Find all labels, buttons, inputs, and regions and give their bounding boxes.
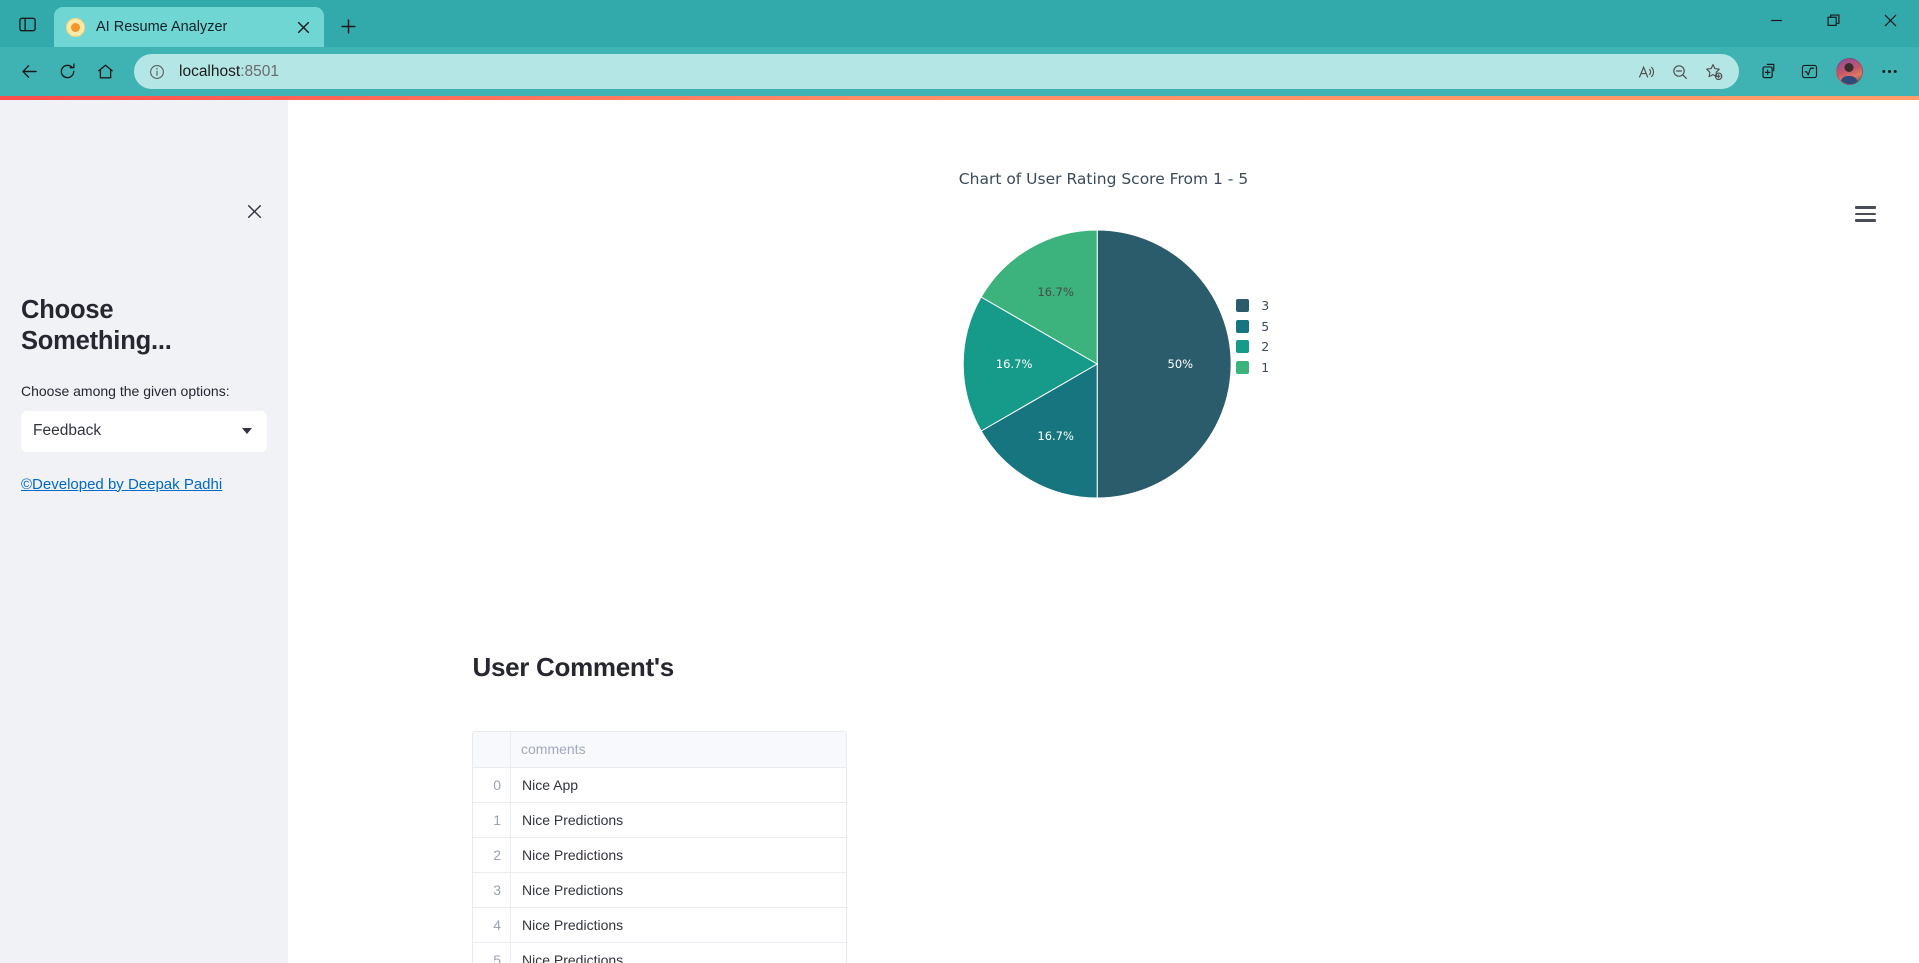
url-host: localhost: [179, 62, 241, 80]
legend-item[interactable]: 2: [1236, 339, 1269, 354]
streamlit-decoration-bar: [0, 96, 1919, 100]
chart-legend: 3 5 2 1: [1236, 298, 1269, 375]
row-comment: Nice Predictions: [522, 951, 624, 963]
legend-swatch: [1236, 319, 1250, 333]
hamburger-bar: [1854, 219, 1876, 222]
row-index: 4: [472, 907, 511, 943]
hamburger-bar: [1854, 206, 1876, 209]
index-column-header: [472, 732, 511, 768]
address-bar[interactable]: localhost:8501: [134, 54, 1739, 89]
hamburger-bar: [1854, 212, 1876, 216]
table-row: 5 Nice Predictions: [472, 942, 846, 963]
table-row: 0 Nice App: [472, 767, 846, 803]
site-info-icon[interactable]: [142, 57, 172, 87]
math-solver-icon[interactable]: [1789, 53, 1829, 91]
address-bar-actions: [1629, 57, 1731, 87]
row-index: 3: [472, 872, 511, 908]
row-comment: Nice Predictions: [510, 872, 846, 908]
comments-dataframe[interactable]: comments 0 Nice App 1 Nice Predictions 2 Nice…: [471, 731, 847, 963]
add-favorite-icon[interactable]: [1697, 57, 1731, 87]
row-comment: Nice Predictions: [510, 907, 846, 943]
minimize-icon[interactable]: [1748, 0, 1805, 40]
window-close-icon[interactable]: [1862, 0, 1919, 40]
app-main: Chart of User Rating Score From 1 - 5 50…: [288, 100, 1919, 963]
new-tab-button[interactable]: [330, 8, 366, 44]
row-index: 5: [472, 942, 511, 963]
window-controls: [1748, 0, 1919, 40]
block-container: Chart of User Rating Score From 1 - 5 50…: [384, 100, 1824, 963]
table-row: 2 Nice Predictions: [472, 837, 846, 873]
tab-close-icon[interactable]: [290, 14, 316, 40]
browser-navbar: localhost:8501: [0, 47, 1919, 96]
avatar: [1835, 58, 1863, 85]
pie-slice-label: 16.7%: [1037, 429, 1074, 443]
browser-tab-ai-resume-analyzer[interactable]: AI Resume Analyzer: [54, 7, 324, 47]
legend-swatch: [1236, 299, 1250, 312]
reload-icon[interactable]: [48, 53, 86, 91]
sidebar-body: Choose Something... Choose among the giv…: [0, 295, 288, 494]
profile-avatar[interactable]: [1829, 53, 1869, 91]
chevron-down-icon[interactable]: [242, 428, 252, 435]
back-arrow-icon[interactable]: [10, 53, 48, 91]
row-index: 0: [472, 767, 511, 803]
table-body: 0 Nice App 1 Nice Predictions 2 Nice Predicti…: [472, 767, 846, 963]
pie-slice-label: 50%: [1167, 357, 1193, 371]
app-sidebar: Choose Something... Choose among the giv…: [0, 100, 288, 963]
read-aloud-icon[interactable]: [1629, 57, 1663, 87]
pie-svg[interactable]: 50% 16.7% 16.7% 16.7%: [961, 228, 1233, 500]
row-comment: Nice App: [510, 767, 846, 803]
sidebar-options-select[interactable]: Feedback: [21, 410, 267, 452]
legend-swatch: [1236, 340, 1250, 353]
legend-swatch: [1236, 360, 1250, 374]
row-index: 2: [472, 837, 511, 873]
table-row: 4 Nice Predictions: [472, 907, 846, 943]
restore-icon[interactable]: [1805, 0, 1862, 40]
legend-item[interactable]: 1: [1236, 360, 1269, 375]
pie-slice-label: 16.7%: [1037, 285, 1074, 299]
legend-item[interactable]: 3: [1236, 298, 1269, 313]
legend-label: 5: [1261, 318, 1270, 334]
home-icon[interactable]: [86, 53, 124, 91]
comments-table: comments 0 Nice App 1 Nice Predictions 2 Nice…: [472, 732, 846, 963]
sidebar-heading: Choose Something...: [21, 296, 172, 355]
table-row: 1 Nice Predictions: [472, 802, 846, 838]
browser-tabstrip: AI Resume Analyzer: [0, 0, 1919, 47]
comments-column-header: comments: [510, 732, 846, 768]
rating-pie-chart: Chart of User Rating Score From 1 - 5 50…: [472, 170, 1736, 570]
legend-label: 3: [1261, 298, 1270, 313]
row-comment: Nice Predictions: [510, 837, 846, 873]
sidebar-panel-icon[interactable]: [6, 4, 48, 44]
table-head: comments: [472, 732, 846, 768]
row-index: 1: [472, 802, 511, 838]
more-options-icon[interactable]: [1869, 53, 1909, 91]
page-viewport: Choose Something... Choose among the giv…: [0, 96, 1919, 963]
sidebar-select-label: Choose among the given options:: [21, 383, 230, 400]
lightbulb-favicon: [66, 17, 85, 37]
pie-area[interactable]: 50% 16.7% 16.7% 16.7%: [961, 228, 1233, 500]
row-comment: Nice Predictions: [510, 802, 846, 838]
chart-title: Chart of User Rating Score From 1 - 5: [958, 170, 1249, 188]
sidebar-select-value: Feedback: [33, 422, 102, 440]
browser-window: AI Resume Analyzer localhost:8501 Choose…: [0, 0, 1919, 963]
collections-icon[interactable]: [1749, 53, 1789, 91]
developer-credit-link[interactable]: ©Developed by Deepak Padhi: [21, 476, 222, 493]
pie-slice-label: 16.7%: [995, 357, 1032, 371]
legend-item[interactable]: 5: [1236, 319, 1269, 334]
hamburger-menu-icon[interactable]: [1849, 198, 1881, 230]
table-header-row: comments: [472, 732, 846, 768]
legend-label: 1: [1261, 359, 1270, 375]
pie-slice[interactable]: [1096, 229, 1232, 499]
legend-label: 2: [1261, 339, 1270, 354]
address-bar-url[interactable]: localhost:8501: [179, 63, 1629, 81]
url-port: :8501: [240, 62, 279, 80]
table-row: 3 Nice Predictions: [472, 872, 846, 908]
comments-heading: User Comment's: [472, 652, 675, 682]
sidebar-close-icon[interactable]: [239, 196, 269, 226]
tab-title: AI Resume Analyzer: [96, 19, 228, 35]
zoom-out-icon[interactable]: [1663, 57, 1697, 87]
